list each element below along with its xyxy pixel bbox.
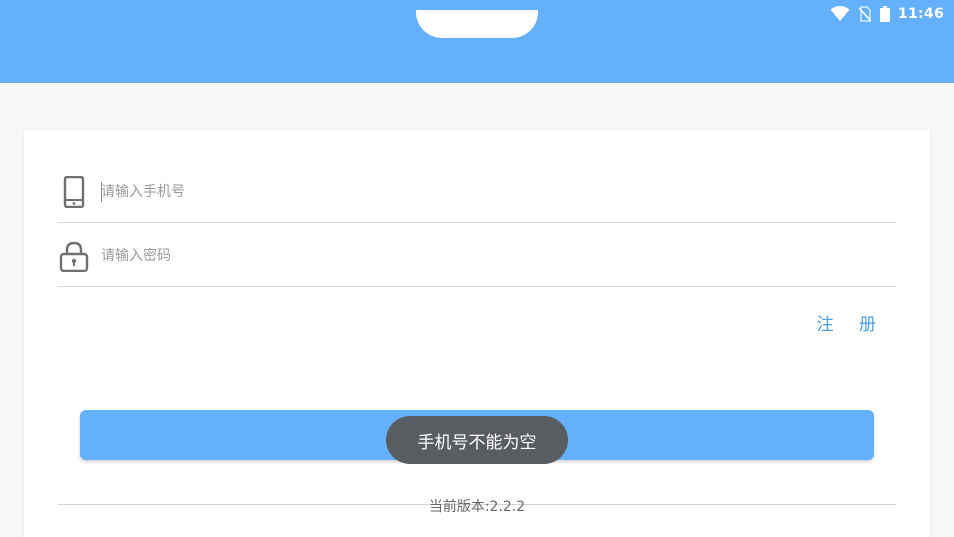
phone-field [58,162,896,223]
phone-input[interactable] [101,180,881,204]
phone-icon [63,176,85,208]
status-time: 11:46 [897,6,944,22]
register-link[interactable]: 注 册 [817,310,886,335]
version-label: 当前版本:2.2.2 [428,499,526,515]
toast-message: 手机号不能为空 [386,416,568,464]
wifi-icon [830,6,850,21]
text-cursor [101,182,102,202]
version-label-wrap: 当前版本:2.2.2 [24,496,930,516]
password-field [58,226,896,287]
no-sim-icon [858,6,872,22]
login-card: 注 册 当前版本:2.2.2 [24,130,930,537]
battery-icon [879,6,890,22]
status-bar: 11:46 [830,4,944,24]
app-header: 11:46 [0,0,954,83]
logo-tab [416,10,538,38]
lock-icon [59,241,89,272]
password-input[interactable] [101,244,881,268]
